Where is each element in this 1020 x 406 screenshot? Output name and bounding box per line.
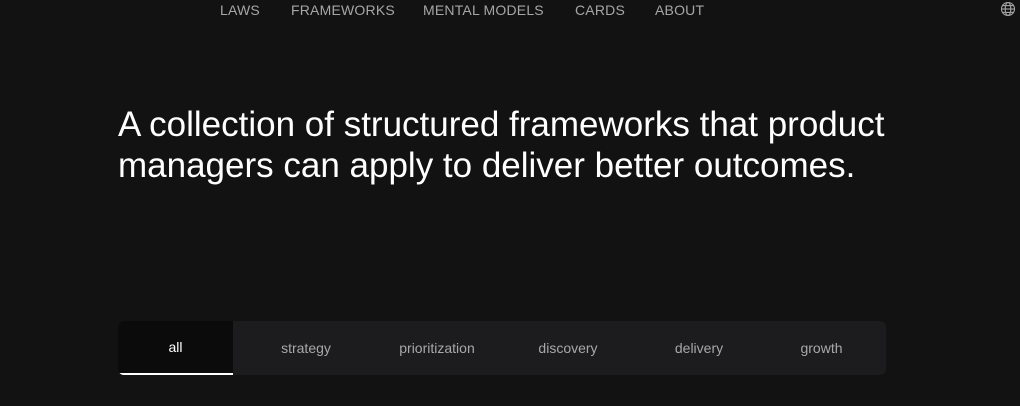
tab-prioritization[interactable]: prioritization [379,321,495,375]
page: LAWS FRAMEWORKS MENTAL MODELS CARDS ABOU… [0,0,1020,406]
tab-discovery[interactable]: discovery [495,321,641,375]
tab-all[interactable]: all [118,321,233,375]
top-navigation: LAWS FRAMEWORKS MENTAL MODELS CARDS ABOU… [0,0,1020,22]
nav-item-laws[interactable]: LAWS [220,2,260,18]
category-tabs: all strategy prioritization discovery de… [118,321,886,375]
nav-item-mental-models[interactable]: MENTAL MODELS [423,2,544,18]
globe-icon[interactable] [1000,1,1016,17]
tab-strategy[interactable]: strategy [233,321,379,375]
page-headline: A collection of structured frameworks th… [118,105,885,185]
tab-delivery[interactable]: delivery [641,321,757,375]
nav-item-cards[interactable]: CARDS [575,2,625,18]
tab-growth[interactable]: growth [757,321,886,375]
nav-item-about[interactable]: ABOUT [655,2,704,18]
nav-item-frameworks[interactable]: FRAMEWORKS [291,2,395,18]
